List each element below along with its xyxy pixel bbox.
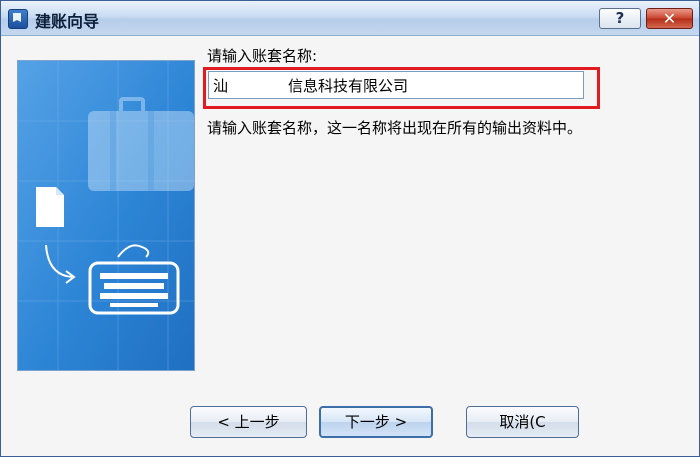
- setup-wizard-window: 建账向导 ? ✕ 请输入账套名称: 汕 信息科技有限公司 请输入账套名称，这一名…: [0, 0, 700, 457]
- wizard-side-illustration: [17, 60, 195, 371]
- arrow-icon: [45, 244, 76, 284]
- help-icon: ?: [615, 9, 625, 27]
- cancel-button[interactable]: 取消(C: [466, 406, 579, 438]
- keyboard-icon: [88, 244, 180, 315]
- account-name-description: 请输入账套名称，这一名称将出现在所有的输出资料中。: [207, 119, 583, 137]
- next-button[interactable]: 下一步 >: [319, 406, 433, 438]
- close-icon: ✕: [662, 9, 677, 28]
- briefcase-icon: [88, 97, 194, 191]
- account-name-input[interactable]: [208, 71, 584, 99]
- previous-button[interactable]: < 上一步: [190, 406, 307, 438]
- account-name-label: 请输入账套名称:: [207, 47, 318, 65]
- app-icon: [8, 9, 28, 29]
- help-button[interactable]: ?: [599, 8, 641, 29]
- window-title: 建账向导: [35, 12, 100, 31]
- title-bar[interactable]: 建账向导 ? ✕: [1, 1, 699, 36]
- close-button[interactable]: ✕: [646, 8, 693, 29]
- document-icon: [36, 187, 64, 227]
